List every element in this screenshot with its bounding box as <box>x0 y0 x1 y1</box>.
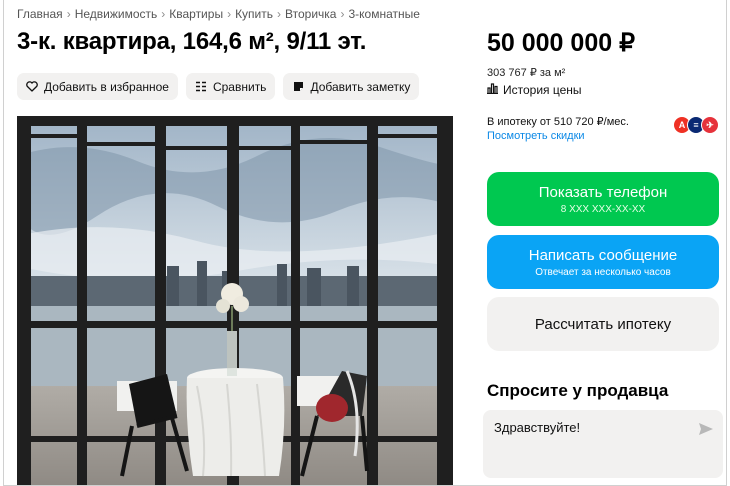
compare-icon <box>195 81 207 93</box>
breadcrumb-item[interactable]: Купить <box>235 7 273 21</box>
add-to-favorites-button[interactable]: Добавить в избранное <box>17 73 178 100</box>
page-title: 3-к. квартира, 164,6 м², 9/11 эт. <box>17 28 367 55</box>
send-icon[interactable] <box>699 422 713 435</box>
breadcrumb-item[interactable]: Квартиры <box>169 7 223 21</box>
price-history-label: История цены <box>503 83 582 97</box>
add-note-button[interactable]: Добавить заметку <box>283 73 420 100</box>
breadcrumb-item[interactable]: Вторичка <box>285 7 336 21</box>
calculate-mortgage-button[interactable]: Рассчитать ипотеку <box>487 297 719 351</box>
write-message-button[interactable]: Написать сообщение Отвечает за несколько… <box>487 235 719 289</box>
calculate-mortgage-label: Рассчитать ипотеку <box>534 315 672 333</box>
write-message-label: Написать сообщение <box>528 246 678 264</box>
breadcrumb-separator-icon: › <box>277 7 282 21</box>
listing-price: 50 000 000 ₽ <box>487 29 635 57</box>
breadcrumb-separator-icon: › <box>227 7 232 21</box>
mortgage-info: В ипотеку от 510 720 ₽/мес. <box>487 116 629 128</box>
breadcrumb-separator-icon: › <box>66 7 71 21</box>
breadcrumb-item[interactable]: 3-комнатные <box>348 7 419 21</box>
ask-seller-title: Спросите у продавца <box>487 381 669 400</box>
ask-seller-box <box>483 410 723 478</box>
heart-icon <box>26 81 38 93</box>
reply-time: Отвечает за несколько часов <box>535 266 671 278</box>
show-phone-button[interactable]: Показать телефон 8 XXX XXX-XX-XX <box>487 172 719 226</box>
apartment-photo-image <box>17 116 453 485</box>
breadcrumb-item[interactable]: Недвижимость <box>75 7 158 21</box>
add-note-label: Добавить заметку <box>310 79 411 94</box>
sovcombank-icon: ✈ <box>701 116 719 134</box>
note-icon <box>292 81 304 93</box>
view-discounts-link[interactable]: Посмотреть скидки <box>487 130 585 142</box>
compare-button[interactable]: Сравнить <box>185 73 276 100</box>
compare-label: Сравнить <box>212 79 267 94</box>
listing-actions: Добавить в избранное Сравнить Добавить з… <box>17 73 420 100</box>
breadcrumb-separator-icon: › <box>161 7 166 21</box>
add-to-favorites-label: Добавить в избранное <box>44 79 169 94</box>
phone-mask: 8 XXX XXX-XX-XX <box>560 203 646 215</box>
show-phone-label: Показать телефон <box>538 183 668 201</box>
bar-chart-icon <box>487 83 498 97</box>
breadcrumb: Главная › Недвижимость › Квартиры › Купить › Вто… <box>17 7 420 21</box>
listing-photo[interactable] <box>17 116 453 485</box>
ask-seller-input[interactable] <box>494 420 684 435</box>
price-history-link[interactable]: История цены <box>487 83 582 97</box>
price-per-m2: 303 767 ₽ за м² <box>487 67 566 79</box>
breadcrumb-separator-icon: › <box>340 7 345 21</box>
partner-banks: А ≡ ✈ <box>673 116 719 134</box>
breadcrumb-item[interactable]: Главная <box>17 7 63 21</box>
listing-page: Главная › Недвижимость › Квартиры › Купить › Вто… <box>3 0 727 486</box>
